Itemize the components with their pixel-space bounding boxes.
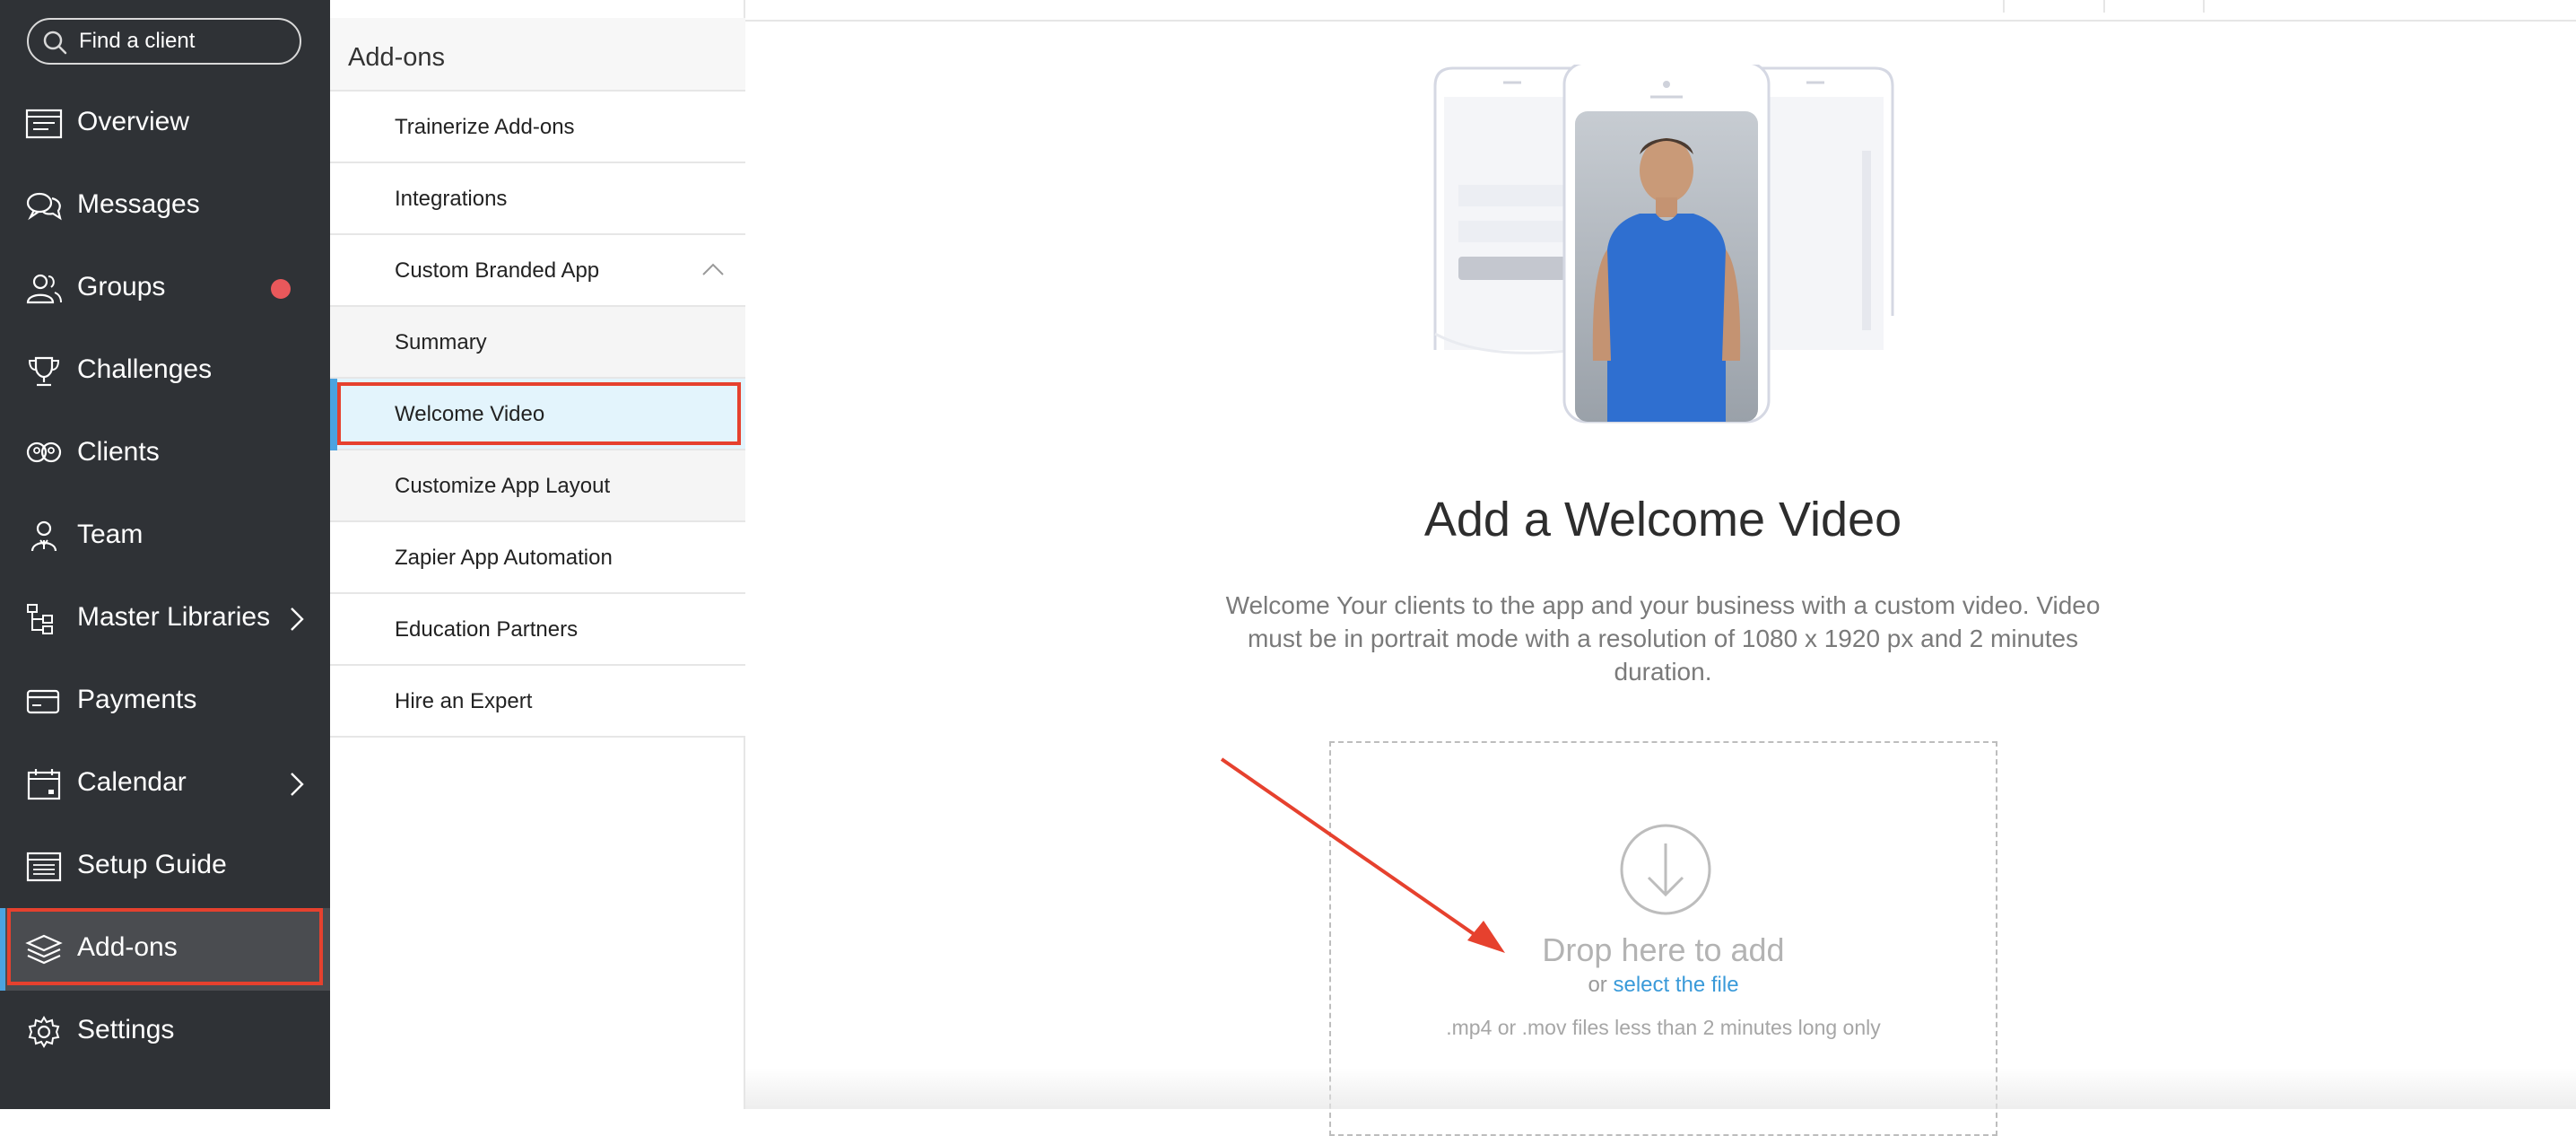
search-input[interactable] xyxy=(79,27,294,56)
top-bar-divider xyxy=(2103,0,2105,13)
nav-item-team[interactable]: Team xyxy=(0,495,330,578)
payments-icon xyxy=(26,689,60,714)
nav-item-challenges[interactable]: Challenges xyxy=(0,330,330,413)
subnav-header: Add-ons xyxy=(330,18,745,92)
nav-label: Groups xyxy=(77,272,166,301)
chevron-right-icon[interactable] xyxy=(283,770,309,799)
nav-label: Payments xyxy=(77,685,197,714)
top-bar-divider xyxy=(2003,0,2005,13)
page-description: Welcome Your clients to the app and your… xyxy=(1225,591,2101,686)
nav-label: Clients xyxy=(77,437,160,467)
subnav-item-trainerize-add-ons[interactable]: Trainerize Add-ons xyxy=(330,92,745,163)
subnav-label: Education Partners xyxy=(395,617,579,642)
nav-label: Setup Guide xyxy=(77,850,227,879)
chevron-right-icon[interactable] xyxy=(283,605,309,634)
subnav-item-education-partners[interactable]: Education Partners xyxy=(330,594,745,666)
subnav-label: Integrations xyxy=(395,187,508,211)
chevron-up-icon[interactable] xyxy=(701,260,725,278)
subnav-item-integrations[interactable]: Integrations xyxy=(330,163,745,235)
subnav-item-hire-an-expert[interactable]: Hire an Expert xyxy=(330,666,745,738)
phone-mockup-illustration xyxy=(1433,65,1894,424)
groups-icon xyxy=(26,274,62,304)
highlight-box-welcome-video xyxy=(337,382,741,445)
search-icon xyxy=(43,31,67,55)
nav-item-setup-guide[interactable]: Setup Guide xyxy=(0,826,330,908)
nav-label: Settings xyxy=(77,1015,175,1044)
subnav-label: Trainerize Add-ons xyxy=(395,115,575,139)
nav-label: Overview xyxy=(77,107,190,136)
dropzone-or-text: or xyxy=(1588,973,1607,997)
setup-guide-icon xyxy=(26,852,62,882)
highlight-box-add-ons xyxy=(7,908,323,985)
nav-item-master-libraries[interactable]: Master Libraries xyxy=(0,578,330,660)
subnav-label: Zapier App Automation xyxy=(395,546,613,570)
nav-label: Team xyxy=(77,520,144,549)
nav-label: Calendar xyxy=(77,767,187,797)
dropzone-select-line: or select the file xyxy=(1331,973,1996,998)
annotation-arrow xyxy=(1220,757,1505,953)
subnav-item-summary[interactable]: Summary xyxy=(330,307,745,379)
top-bar-divider xyxy=(2203,0,2205,13)
nav-item-settings[interactable]: Settings xyxy=(0,991,330,1073)
nav-item-clients[interactable]: Clients xyxy=(0,413,330,495)
addons-subnav: Add-ons Trainerize Add-ons Integrations … xyxy=(330,0,745,1109)
nav-label: Challenges xyxy=(77,354,213,384)
nav-label: Messages xyxy=(77,189,200,219)
nav-label: Master Libraries xyxy=(77,602,271,632)
messages-icon xyxy=(26,192,62,221)
subnav-label: Custom Branded App xyxy=(395,258,600,283)
trophy-icon xyxy=(28,356,60,387)
nav-item-messages[interactable]: Messages xyxy=(0,165,330,248)
nav-item-overview[interactable]: Overview xyxy=(0,83,330,165)
client-search[interactable] xyxy=(27,18,301,65)
subnav-item-custom-branded-app[interactable]: Custom Branded App xyxy=(330,235,745,307)
calendar-icon xyxy=(27,769,61,800)
top-bar-border xyxy=(745,20,2576,22)
subnav-label: Summary xyxy=(395,330,487,354)
dropzone-file-note: .mp4 or .mov files less than 2 minutes l… xyxy=(1446,1016,1881,1039)
select-file-link[interactable]: select the file xyxy=(1613,973,1738,997)
subnav-item-customize-app-layout[interactable]: Customize App Layout xyxy=(330,450,745,522)
subnav-item-zapier-app-automation[interactable]: Zapier App Automation xyxy=(330,522,745,594)
overview-icon xyxy=(25,109,63,139)
team-icon xyxy=(30,520,57,552)
download-arrow-icon xyxy=(1620,824,1711,915)
notification-badge xyxy=(271,279,291,299)
libraries-icon xyxy=(27,604,53,634)
subnav-title: Add-ons xyxy=(348,43,446,72)
bottom-shadow xyxy=(745,1068,2576,1109)
clients-icon xyxy=(26,441,62,463)
nav-item-calendar[interactable]: Calendar xyxy=(0,743,330,826)
subnav-label: Hire an Expert xyxy=(395,689,533,713)
page-title: Add a Welcome Video xyxy=(1423,493,1902,546)
nav-item-groups[interactable]: Groups xyxy=(0,248,330,330)
subnav-label: Customize App Layout xyxy=(395,474,611,498)
gear-icon xyxy=(28,1016,60,1048)
nav-item-payments[interactable]: Payments xyxy=(0,660,330,743)
